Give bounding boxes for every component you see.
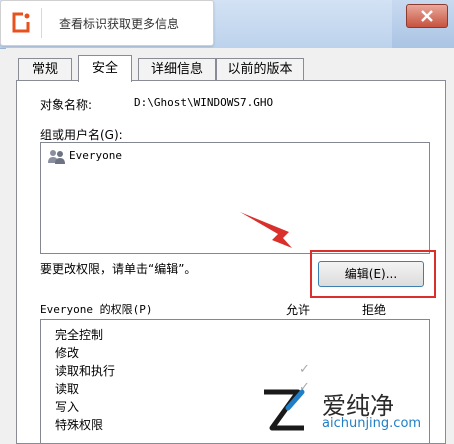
permission-name: 修改 <box>55 346 80 360</box>
deny-column-header: 拒绝 <box>362 303 387 317</box>
allow-column-header: 允许 <box>286 303 311 317</box>
change-permissions-hint: 要更改权限，请单击“编辑”。 <box>40 262 197 276</box>
permission-name: 完全控制 <box>55 328 104 342</box>
watermark-url: aichunjing.com <box>322 416 422 431</box>
permission-row: 修改 <box>55 344 79 361</box>
tab-security[interactable]: 安全 <box>78 55 132 82</box>
allow-check-icon: ✓ <box>299 362 310 377</box>
permission-row: 完全控制 <box>55 326 103 343</box>
permission-name: 特殊权限 <box>55 418 104 432</box>
red-arrow-icon <box>240 212 292 248</box>
highlight-box <box>310 250 436 298</box>
watermark-logo-icon <box>264 389 305 431</box>
permission-row: 读取和执行 <box>55 362 115 379</box>
tab-label: 安全 <box>91 61 118 76</box>
permissions-label: Everyone 的权限(P) <box>40 303 153 316</box>
permission-row: 特殊权限 <box>55 416 103 433</box>
permission-name: 读取 <box>55 382 80 396</box>
permission-name: 读取和执行 <box>55 364 116 378</box>
permission-row: 读取 <box>55 380 79 397</box>
permission-row: 写入 <box>55 398 79 415</box>
permission-name: 写入 <box>55 400 80 414</box>
